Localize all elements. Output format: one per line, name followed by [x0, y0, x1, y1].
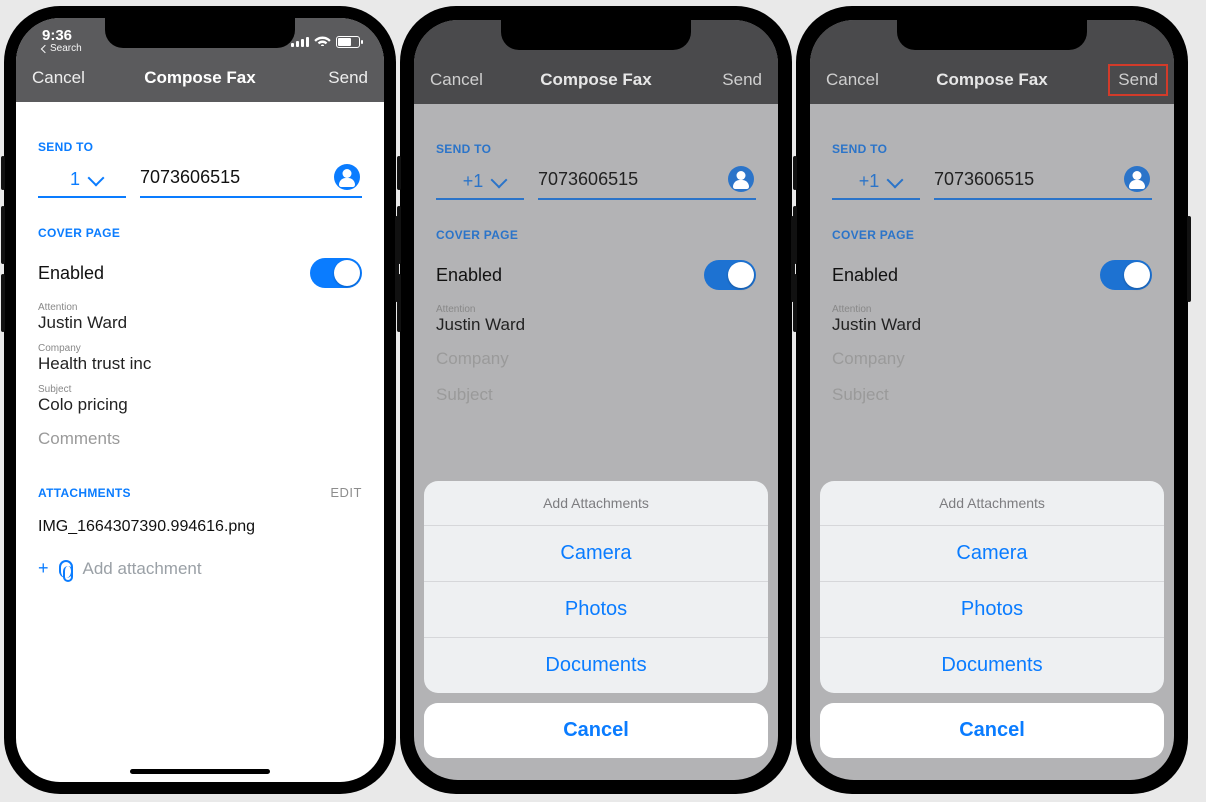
add-attachment-button[interactable]: + Add attachment	[16, 548, 384, 589]
status-time: 9:36	[42, 28, 82, 43]
action-photos[interactable]: Photos	[424, 582, 768, 638]
fax-number-input[interactable]: 7073606515	[934, 169, 1034, 190]
action-sheet-title: Add Attachments	[424, 481, 768, 526]
attention-input[interactable]: Justin Ward	[832, 315, 1152, 335]
attention-label: Attention	[38, 302, 362, 313]
company-input[interactable]: Health trust inc	[38, 354, 362, 374]
device-notch	[105, 18, 295, 48]
chevron-down-icon	[887, 171, 904, 188]
country-code-select[interactable]: +1	[436, 171, 524, 200]
enabled-label: Enabled	[832, 265, 898, 286]
action-sheet: Add Attachments Camera Photos Documents …	[820, 481, 1164, 768]
paperclip-icon	[59, 560, 73, 578]
subject-input[interactable]: Colo pricing	[38, 395, 362, 415]
action-sheet-cancel[interactable]: Cancel	[820, 703, 1164, 758]
subject-input[interactable]: Subject	[810, 377, 1174, 413]
comments-input[interactable]: Comments	[16, 421, 384, 457]
contacts-icon[interactable]	[1124, 166, 1150, 192]
fax-number-input[interactable]: 7073606515	[538, 169, 638, 190]
nav-bar: Cancel Compose Fax Send	[810, 56, 1174, 104]
section-send-to: SEND TO	[414, 114, 778, 164]
section-send-to: SEND TO	[16, 112, 384, 162]
action-documents[interactable]: Documents	[820, 638, 1164, 693]
contacts-icon[interactable]	[334, 164, 360, 190]
country-code-select[interactable]: +1	[832, 171, 920, 200]
attention-input[interactable]: Justin Ward	[38, 313, 362, 333]
country-code-value: +1	[463, 171, 484, 192]
phone-mockup-1: 9:36 Search Cance	[4, 6, 396, 794]
edit-attachments-button[interactable]: EDIT	[330, 485, 362, 500]
device-notch	[501, 20, 691, 50]
country-code-value: +1	[859, 171, 880, 192]
action-photos[interactable]: Photos	[820, 582, 1164, 638]
country-code-select[interactable]: 1	[38, 169, 126, 198]
home-indicator[interactable]	[130, 769, 270, 774]
cancel-button[interactable]: Cancel	[32, 68, 85, 88]
device-notch	[897, 20, 1087, 50]
enabled-label: Enabled	[436, 265, 502, 286]
chevron-down-icon	[491, 171, 508, 188]
action-documents[interactable]: Documents	[424, 638, 768, 693]
cancel-button[interactable]: Cancel	[430, 70, 483, 90]
section-send-to: SEND TO	[810, 114, 1174, 164]
action-sheet: Add Attachments Camera Photos Documents …	[424, 481, 768, 768]
phone-mockup-3: Cancel Compose Fax Send SEND TO +1 70736…	[796, 6, 1188, 794]
section-attachments: ATTACHMENTS	[38, 486, 131, 500]
subject-label: Subject	[38, 384, 362, 395]
company-label: Company	[38, 343, 362, 354]
send-button[interactable]: Send	[328, 68, 368, 88]
send-button-highlighted[interactable]: Send	[1108, 64, 1168, 96]
battery-icon	[336, 36, 360, 48]
section-cover-page: COVER PAGE	[414, 200, 778, 250]
cellular-icon	[291, 37, 309, 47]
country-code-value: 1	[70, 169, 80, 190]
company-input[interactable]: Company	[810, 341, 1174, 377]
attachment-file[interactable]: IMG_1664307390.994616.png	[16, 506, 384, 548]
send-button[interactable]: Send	[722, 70, 762, 90]
company-input[interactable]: Company	[414, 341, 778, 377]
action-camera[interactable]: Camera	[424, 526, 768, 582]
attention-label: Attention	[832, 304, 1152, 315]
enabled-label: Enabled	[38, 263, 104, 284]
plus-icon: +	[38, 558, 49, 579]
action-sheet-title: Add Attachments	[820, 481, 1164, 526]
wifi-icon	[314, 33, 331, 50]
cover-page-toggle[interactable]	[704, 260, 756, 290]
nav-bar: Cancel Compose Fax Send	[414, 56, 778, 104]
section-cover-page: COVER PAGE	[810, 200, 1174, 250]
cancel-button[interactable]: Cancel	[826, 70, 879, 90]
section-cover-page: COVER PAGE	[16, 198, 384, 248]
subject-input[interactable]: Subject	[414, 377, 778, 413]
chevron-down-icon	[88, 169, 105, 186]
nav-bar: Cancel Compose Fax Send	[16, 54, 384, 102]
cover-page-toggle[interactable]	[310, 258, 362, 288]
status-back-to-search[interactable]: Search	[42, 44, 82, 54]
contacts-icon[interactable]	[728, 166, 754, 192]
action-camera[interactable]: Camera	[820, 526, 1164, 582]
attention-label: Attention	[436, 304, 756, 315]
action-sheet-cancel[interactable]: Cancel	[424, 703, 768, 758]
add-attachment-label: Add attachment	[83, 559, 202, 579]
cover-page-toggle[interactable]	[1100, 260, 1152, 290]
phone-mockup-2: Cancel Compose Fax Send SEND TO +1 70736…	[400, 6, 792, 794]
fax-number-input[interactable]: 7073606515	[140, 167, 240, 188]
attention-input[interactable]: Justin Ward	[436, 315, 756, 335]
